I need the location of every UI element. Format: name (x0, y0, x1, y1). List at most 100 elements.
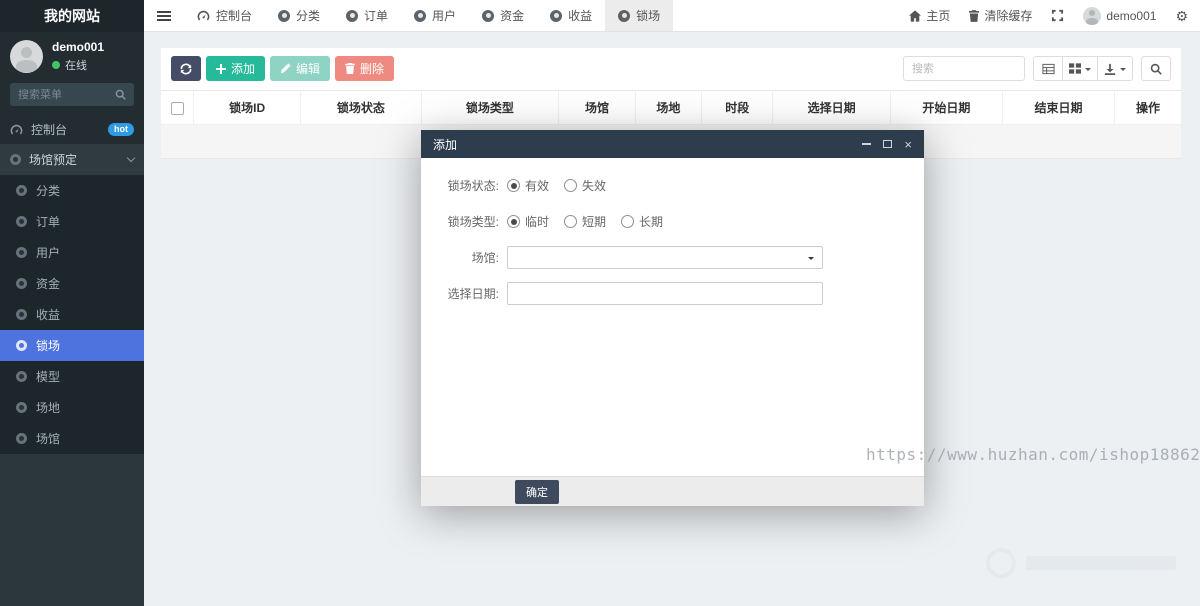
tab-orders[interactable]: 订单 (333, 0, 401, 31)
sidebar-item-label: 订单 (36, 215, 61, 229)
venue-select[interactable] (507, 246, 823, 269)
home-icon (909, 9, 922, 22)
user-name: demo001 (52, 40, 105, 54)
tab-console[interactable]: 控制台 (184, 0, 265, 31)
fullscreen-button[interactable] (1051, 9, 1064, 22)
sidebar-item-field[interactable]: 场地 (0, 392, 144, 423)
avatar (1083, 6, 1102, 25)
radio-icon[interactable] (564, 215, 578, 228)
tab-label: 控制台 (216, 9, 253, 23)
table-icon (1041, 63, 1055, 74)
sidebar-item-orders[interactable]: 订单 (0, 206, 144, 237)
tab-label: 锁场 (636, 9, 661, 23)
table-header-row: 锁场ID 锁场状态 锁场类型 场馆 场地 时段 选择日期 开始日期 结束日期 操… (161, 90, 1181, 125)
table-search-input[interactable] (903, 56, 1025, 81)
tab-label: 分类 (296, 9, 321, 23)
columns-dropdown-button[interactable] (1063, 56, 1098, 81)
radio-icon[interactable] (507, 179, 520, 192)
circle-icon (16, 185, 27, 196)
delete-button[interactable]: 删除 (335, 56, 395, 81)
circle-icon (16, 247, 27, 258)
grid-icon (1069, 63, 1081, 74)
circle-icon (482, 9, 495, 22)
clear-cache-button[interactable]: 清除缓存 (969, 7, 1032, 24)
sidebar-item-funds[interactable]: 资金 (0, 268, 144, 299)
search-icon (1150, 63, 1162, 75)
dialog-titlebar[interactable]: 添加 × (421, 130, 924, 158)
home-label: 主页 (926, 9, 951, 23)
refresh-button[interactable] (171, 56, 201, 81)
top-navbar: 控制台 分类 订单 用户 资金 收益 锁场 主页 清除缓存 demo001 ⚙ (144, 0, 1200, 32)
date-input[interactable] (507, 282, 823, 305)
sidebar-item-label: 场地 (36, 401, 61, 415)
search-button[interactable] (1141, 56, 1171, 81)
circle-icon (16, 340, 27, 351)
close-icon[interactable]: × (904, 138, 912, 151)
edit-button[interactable]: 编辑 (270, 56, 331, 81)
tab-label: 用户 (432, 9, 457, 23)
user-menu[interactable]: demo001 (1083, 6, 1156, 25)
sidebar-item-lock-field[interactable]: 锁场 (0, 330, 144, 361)
sidebar-item-income[interactable]: 收益 (0, 299, 144, 330)
refresh-icon (180, 63, 192, 75)
radio-option-invalid[interactable]: 失效 (564, 177, 606, 194)
sidebar-search-input[interactable] (18, 88, 109, 101)
tab-category[interactable]: 分类 (265, 0, 333, 31)
sidebar-item-console[interactable]: 控制台 hot (0, 114, 144, 144)
sidebar-item-label: 分类 (36, 184, 61, 198)
paging-toggle-button[interactable] (1033, 56, 1063, 81)
minimize-icon[interactable] (862, 143, 872, 145)
radio-icon[interactable] (621, 215, 635, 228)
view-button-group (1033, 56, 1133, 81)
settings-button[interactable]: ⚙ (1175, 9, 1188, 23)
sidebar-item-venue[interactable]: 场馆 (0, 423, 144, 454)
sidebar-item-category[interactable]: 分类 (0, 175, 144, 206)
tab-users[interactable]: 用户 (401, 0, 469, 31)
radio-label: 失效 (582, 179, 607, 193)
tab-label: 收益 (568, 9, 593, 23)
col-venue: 场馆 (558, 90, 636, 125)
field-label: 场馆: (471, 251, 499, 265)
pencil-icon (280, 63, 291, 74)
hamburger-icon (157, 10, 171, 21)
field-label: 锁场类型: (447, 215, 499, 229)
select-all-cell (161, 90, 195, 125)
radio-option-long-term[interactable]: 长期 (621, 213, 663, 230)
caret-down-icon (1120, 67, 1126, 74)
export-icon (1104, 63, 1116, 75)
col-start-date: 开始日期 (889, 90, 1003, 125)
sidebar-item-label: 锁场 (36, 339, 61, 353)
radio-option-temporary[interactable]: 临时 (507, 213, 549, 230)
tab-lock-field[interactable]: 锁场 (605, 0, 674, 31)
add-label: 添加 (231, 62, 256, 76)
tab-income[interactable]: 收益 (537, 0, 605, 31)
maximize-icon[interactable] (883, 140, 893, 148)
site-title: 我的网站 (0, 0, 144, 32)
export-dropdown-button[interactable] (1098, 56, 1133, 81)
sidebar-item-users[interactable]: 用户 (0, 237, 144, 268)
circle-icon (278, 9, 291, 22)
circle-icon (16, 309, 27, 320)
radio-icon[interactable] (564, 179, 578, 192)
radio-option-short-term[interactable]: 短期 (564, 213, 606, 230)
add-button[interactable]: 添加 (206, 56, 266, 81)
sidebar-item-model[interactable]: 模型 (0, 361, 144, 392)
col-lock-status: 锁场状态 (300, 90, 422, 125)
tab-funds[interactable]: 资金 (469, 0, 537, 31)
radio-icon[interactable] (507, 215, 520, 228)
home-link[interactable]: 主页 (909, 7, 950, 24)
sidebar-item-venue-booking[interactable]: 场馆预定 (0, 144, 144, 175)
circle-icon (16, 371, 27, 382)
field-label: 锁场状态: (447, 179, 499, 193)
select-all-checkbox[interactable] (170, 101, 184, 115)
circle-icon (16, 278, 27, 289)
radio-label: 长期 (639, 215, 664, 229)
sidebar-toggle-button[interactable] (144, 0, 184, 31)
plus-icon (216, 63, 226, 74)
sidebar-item-label: 收益 (36, 308, 61, 322)
circle-icon (618, 9, 631, 22)
search-icon[interactable] (115, 89, 126, 100)
radio-option-valid[interactable]: 有效 (507, 177, 549, 194)
gauge-icon (197, 10, 210, 21)
confirm-button[interactable]: 确定 (515, 479, 559, 504)
